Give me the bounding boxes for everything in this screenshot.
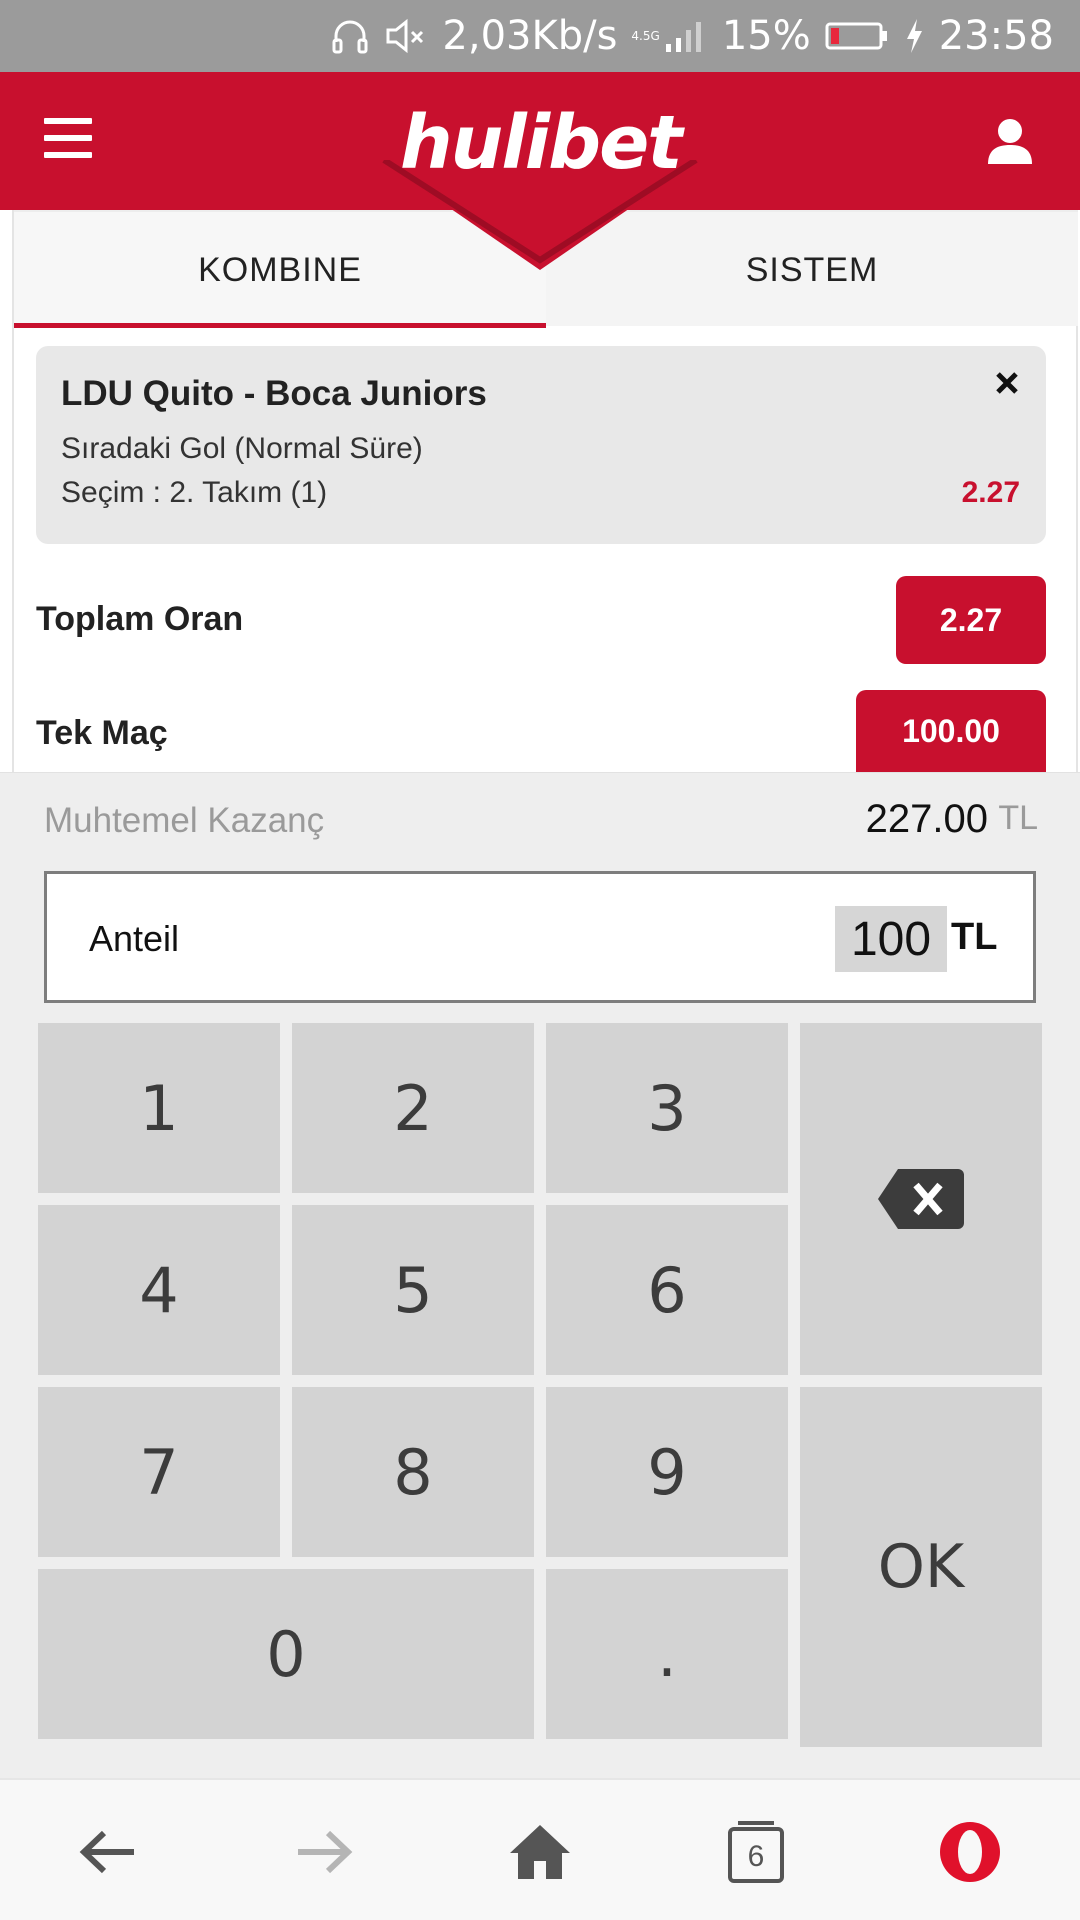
hamburger-menu-icon[interactable] — [44, 118, 92, 158]
selection-odd: 2.27 — [961, 476, 1020, 509]
bet-slip: KOMBINE SISTEM LDU Quito - Boca Juniors … — [12, 210, 1078, 772]
key-0[interactable]: 0 — [38, 1569, 534, 1739]
battery-percent: 15% — [721, 13, 811, 59]
bet-selection-card: LDU Quito - Boca Juniors Sıradaki Gol (N… — [36, 346, 1046, 544]
close-icon[interactable] — [990, 366, 1024, 400]
key-8[interactable]: 8 — [292, 1387, 534, 1557]
stake-value[interactable]: 100 — [835, 906, 947, 972]
user-icon[interactable] — [985, 116, 1035, 166]
single-bet-value[interactable]: 100.00 — [856, 690, 1046, 772]
battery-icon — [825, 20, 889, 52]
clock: 23:58 — [938, 13, 1054, 59]
network-type: 4.5G — [631, 29, 660, 43]
stake-field[interactable]: Anteil 100 TL — [44, 871, 1036, 1003]
market-name: Sıradaki Gol (Normal Süre) — [61, 432, 423, 465]
back-arrow-icon[interactable] — [68, 1812, 148, 1892]
opera-icon[interactable] — [930, 1812, 1010, 1892]
key-1[interactable]: 1 — [38, 1023, 280, 1193]
network-speed: 2,03Kb/s — [442, 13, 618, 59]
potential-win-value: 227.00 — [865, 797, 988, 841]
stake-currency: TL — [951, 916, 998, 958]
potential-win-label: Muhtemel Kazanç — [44, 801, 325, 840]
stake-keypad-sheet: Muhtemel Kazanç 227.00 TL Anteil 100 TL … — [0, 772, 1080, 1778]
total-odds-label: Toplam Oran — [36, 600, 244, 638]
key-9[interactable]: 9 — [546, 1387, 788, 1557]
forward-arrow-icon[interactable] — [284, 1812, 364, 1892]
selection-text: Seçim : 2. Takım (1) — [61, 476, 328, 509]
key-3[interactable]: 3 — [546, 1023, 788, 1193]
potential-win-currency: TL — [998, 799, 1038, 837]
charging-icon — [903, 17, 925, 55]
match-title: LDU Quito - Boca Juniors — [61, 374, 487, 413]
status-bar: 2,03Kb/s 4.5G 15% 23:58 — [0, 0, 1080, 72]
headphones-icon — [330, 16, 370, 56]
key-2[interactable]: 2 — [292, 1023, 534, 1193]
ok-key[interactable]: OK — [800, 1387, 1042, 1747]
stake-label: Anteil — [89, 918, 180, 959]
backspace-key[interactable] — [800, 1023, 1042, 1375]
tabs-icon[interactable]: 6 — [716, 1812, 796, 1892]
home-icon[interactable] — [500, 1812, 580, 1892]
single-bet-label: Tek Maç — [36, 714, 168, 752]
browser-bottom-bar: 6 — [0, 1778, 1080, 1920]
key-6[interactable]: 6 — [546, 1205, 788, 1375]
key-5[interactable]: 5 — [292, 1205, 534, 1375]
mute-icon — [384, 16, 428, 56]
key-7[interactable]: 7 — [38, 1387, 280, 1557]
total-odds-value: 2.27 — [896, 576, 1046, 664]
signal-icon: 4.5G — [631, 18, 707, 54]
open-tabs-count: 6 — [748, 1840, 765, 1873]
key-decimal[interactable]: . — [546, 1569, 788, 1739]
backspace-icon — [878, 1169, 964, 1229]
brand-logo[interactable]: hulibet — [400, 100, 683, 186]
key-4[interactable]: 4 — [38, 1205, 280, 1375]
